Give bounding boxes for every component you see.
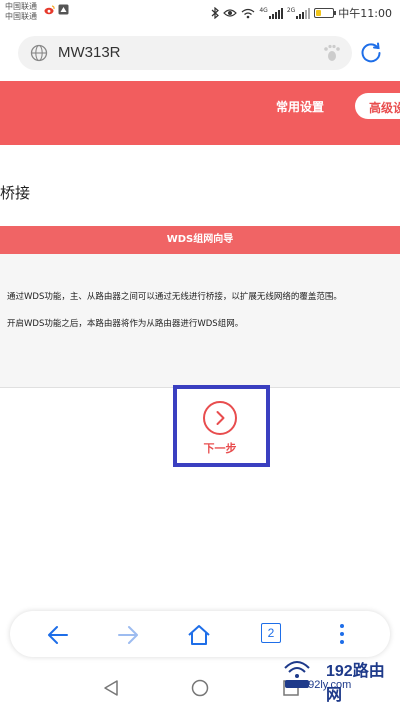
description-text-2: 开启WDS功能之后，本路由器将作为从路由器进行WDS组网。 (7, 319, 244, 329)
wds-wizard-banner: WDS组网向导 (0, 226, 400, 254)
description-text-1: 通过WDS功能，主、从路由器之间可以通过无线进行桥接，以扩展无线网络的覆盖范围。 (7, 292, 342, 302)
nav-home-icon[interactable] (191, 679, 209, 697)
nav-advanced-settings[interactable]: 高级设 (355, 93, 400, 119)
carrier-info: 中国联通 中国联通 (5, 2, 37, 22)
nav-common-settings[interactable]: 常用设置 (276, 98, 324, 115)
status-right: 4G 2G 中午11:00 (211, 5, 392, 21)
signal-1-icon: 4G (259, 6, 283, 19)
notification-icons (44, 4, 69, 15)
battery-icon (314, 8, 337, 18)
watermark-url: 192ly.com (302, 679, 352, 691)
address-bar[interactable]: MW313R (18, 36, 352, 70)
url-text[interactable]: MW313R (58, 44, 121, 61)
network-type-1: 4G (259, 6, 268, 14)
app-notification-icon (58, 4, 69, 15)
page-title: 桥接 (0, 184, 31, 202)
weibo-icon (44, 4, 55, 14)
clock: 中午11:00 (338, 7, 392, 20)
tabs-button[interactable]: 2 (261, 623, 281, 643)
eye-icon (223, 9, 238, 17)
carrier-2: 中国联通 (5, 12, 37, 21)
signal-2-icon: 2G (286, 6, 311, 19)
chevron-right-icon (216, 411, 225, 425)
more-menu-icon[interactable] (340, 623, 344, 645)
globe-icon (30, 44, 48, 62)
back-arrow-icon[interactable] (46, 623, 70, 647)
network-type-2: 2G (286, 6, 296, 14)
carrier-1: 中国联通 (5, 2, 37, 11)
next-button[interactable] (203, 401, 237, 435)
home-icon[interactable] (187, 623, 211, 647)
nav-back-icon[interactable] (102, 679, 120, 697)
browser-toolbar: 2 (10, 611, 390, 657)
refresh-icon[interactable] (360, 42, 382, 64)
bluetooth-icon (211, 7, 220, 19)
next-step-label[interactable]: 下一步 (203, 440, 237, 456)
wifi-icon (241, 8, 255, 18)
description-panel: 通过WDS功能，主、从路由器之间可以通过无线进行桥接，以扩展无线网络的覆盖范围。… (0, 254, 400, 388)
forward-arrow-icon[interactable] (116, 623, 140, 647)
router-header: 常用设置 高级设 (0, 81, 400, 145)
status-bar: 中国联通 中国联通 4G 2G 中午11:00 (0, 0, 400, 26)
footprint-icon[interactable] (322, 43, 342, 63)
